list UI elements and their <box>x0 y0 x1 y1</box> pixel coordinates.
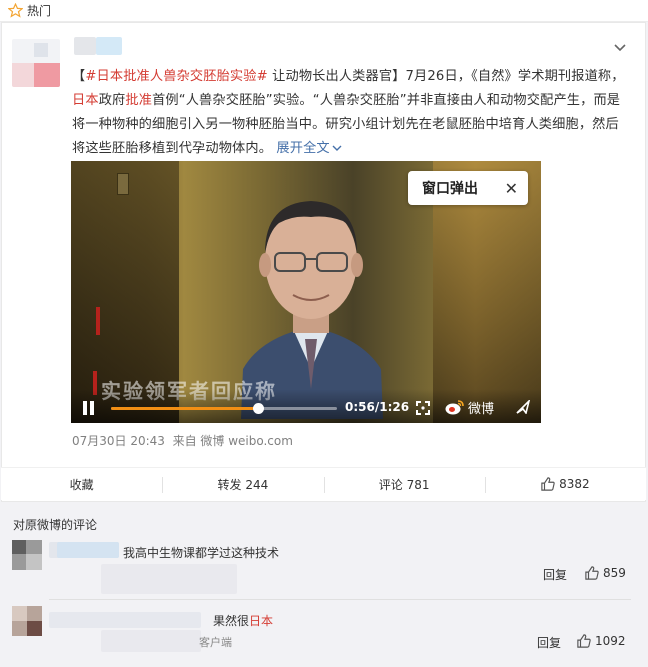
comment-text-prefix: 果然很 <box>213 614 250 628</box>
repost-button[interactable]: 转发 244 <box>162 468 323 500</box>
keyword-japan[interactable]: 日本 <box>249 614 273 628</box>
comment-like-button[interactable]: 859 <box>585 566 626 580</box>
favorite-label: 收藏 <box>69 477 94 492</box>
comments-title: 对原微博的评论 <box>13 518 98 532</box>
comment-item: 果然很日本 客户端 回复 1092 <box>1 606 646 667</box>
reply-button[interactable]: 回复 <box>543 566 567 583</box>
video-time: 0:56/1:26 <box>345 400 410 414</box>
hot-header: 热门 <box>0 0 648 22</box>
comment-meta-blur <box>101 564 237 594</box>
fullscreen-icon[interactable] <box>416 401 430 415</box>
video-player[interactable]: 实验领军者回应称 窗口弹出 ✕ 0:56/1:26 <box>71 161 541 423</box>
author-name[interactable] <box>74 37 124 55</box>
video-controls: 0:56/1:26 微博 <box>71 389 541 423</box>
bracket-open: 【 <box>72 69 86 84</box>
progress-fill <box>111 407 259 410</box>
expand-label: 展开全文 <box>276 141 330 156</box>
post-source[interactable]: 来自 微博 weibo.com <box>173 434 293 448</box>
popout-label: 窗口弹出 <box>422 181 478 197</box>
favorite-button[interactable]: 收藏 <box>1 468 162 500</box>
like-count: 8382 <box>559 477 590 491</box>
progress-knob[interactable] <box>253 403 265 414</box>
thumbs-up-icon <box>541 477 555 491</box>
progress-bar[interactable] <box>111 403 337 414</box>
repost-label: 转发 244 <box>217 477 269 492</box>
hashtag-link[interactable]: #日本批准人兽杂交胚胎实验# <box>85 69 267 84</box>
weibo-brand-text: 微博 <box>468 401 495 417</box>
headline-rest: 让动物长出人类器官】7月26日，《自然》学术期刊报道称， <box>267 69 625 84</box>
commenter-name[interactable] <box>49 612 201 628</box>
commenter-name-blur <box>57 542 119 558</box>
keyword-approve[interactable]: 批准 <box>125 93 152 108</box>
weibo-eye-icon <box>445 400 464 415</box>
pause-icon <box>83 401 87 415</box>
comment-meta-blur <box>101 630 201 652</box>
popout-window-button[interactable]: 窗口弹出 ✕ <box>408 171 528 205</box>
comment-like-count: 1092 <box>595 634 626 648</box>
comment-divider <box>49 599 631 600</box>
expand-full-text-link[interactable]: 展开全文 <box>276 141 342 156</box>
weibo-logo: 微博 <box>445 397 501 417</box>
video-background-lamp <box>117 173 129 195</box>
like-button[interactable]: 8382 <box>484 468 646 500</box>
body-text-2: 首例“人兽杂交胚胎”实验。“人兽杂交胚胎”并非直接由人和动物交配产生，而是将一种… <box>72 93 621 156</box>
thumbs-up-icon <box>585 566 599 580</box>
comment-item: 我高中生物课都学过这种技术 回复 859 <box>1 540 646 606</box>
body-text-1: 政府 <box>98 93 126 108</box>
weibo-post-card: 【#日本批准人兽杂交胚胎实验# 让动物长出人类器官】7月26日，《自然》学术期刊… <box>1 22 646 502</box>
comment-text: 我高中生物课都学过这种技术 <box>123 546 280 560</box>
keyword-japan[interactable]: 日本 <box>72 93 99 108</box>
hot-label: 热门 <box>27 4 52 18</box>
video-decor-bar <box>96 307 100 335</box>
comment-label: 评论 781 <box>378 477 430 492</box>
reply-button[interactable]: 回复 <box>537 634 561 651</box>
author-avatar[interactable] <box>12 39 60 87</box>
share-icon[interactable] <box>516 400 530 414</box>
pause-icon <box>90 401 94 415</box>
star-icon <box>8 3 23 18</box>
thumbs-up-icon <box>577 634 591 648</box>
post-body: 【#日本批准人兽杂交胚胎实验# 让动物长出人类器官】7月26日，《自然》学术期刊… <box>72 65 632 161</box>
comment-like-button[interactable]: 1092 <box>577 634 626 648</box>
action-bar: 收藏 转发 244 评论 781 8382 <box>1 467 646 500</box>
comment-text: 果然很日本 <box>213 612 273 629</box>
chevron-down-icon <box>332 145 342 151</box>
comment-client: 客户端 <box>199 636 232 649</box>
commenter-avatar[interactable] <box>12 540 42 570</box>
close-icon[interactable]: ✕ <box>505 179 518 198</box>
commenter-avatar[interactable] <box>12 606 42 636</box>
comment-like-count: 859 <box>603 566 626 580</box>
chevron-down-icon[interactable] <box>613 43 627 53</box>
original-post-comments: 对原微博的评论 我高中生物课都学过这种技术 回复 859 果然很日本 客户端 回… <box>1 508 646 667</box>
post-meta: 07月30日 20:43 来自 微博 weibo.com <box>72 432 293 449</box>
pause-button[interactable] <box>83 401 95 415</box>
comment-button[interactable]: 评论 781 <box>323 468 485 500</box>
post-timestamp[interactable]: 07月30日 20:43 <box>72 434 165 448</box>
